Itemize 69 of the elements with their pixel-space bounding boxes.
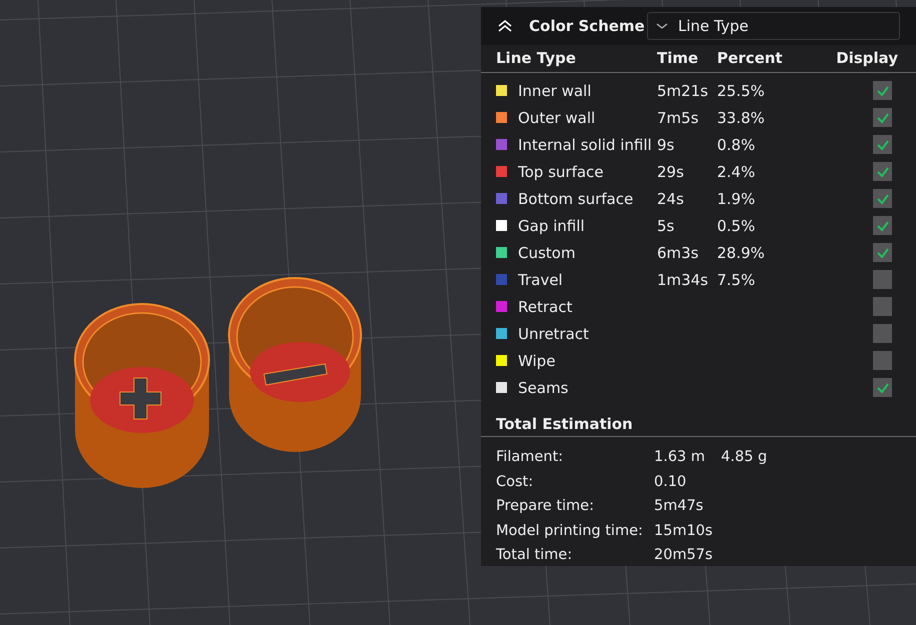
checkmark-icon	[876, 246, 890, 259]
checkmark-icon	[876, 220, 890, 232]
estimation-value: 1.63 m	[654, 449, 706, 466]
display-checkbox[interactable]	[873, 270, 892, 290]
estimation-label: Prepare time:	[496, 498, 595, 514]
display-checkbox[interactable]	[873, 189, 892, 208]
percent-value: 28.9%	[717, 244, 765, 262]
checkmark-icon	[876, 192, 890, 205]
section-title: Total Estimation	[495, 414, 634, 435]
line-type-label: Unretract	[518, 324, 589, 342]
line-type-label: Inner wall	[518, 82, 592, 100]
percent-value: 25.5%	[717, 82, 765, 100]
estimation-value: 0.10	[654, 474, 686, 490]
chevron-down-icon	[656, 23, 668, 29]
display-checkbox[interactable]	[873, 297, 892, 316]
line-type-label: Gap infill	[518, 216, 585, 234]
line-type-label: Wipe	[518, 352, 556, 370]
checkmark-icon	[876, 138, 890, 151]
dropdown-value: Line Type	[678, 17, 748, 35]
checkmark-icon	[876, 112, 890, 124]
percent-value: 33.8%	[717, 108, 765, 126]
time-value: 1m34s	[657, 270, 708, 288]
estimation-label: Total time:	[496, 547, 574, 564]
time-value: 24s	[657, 190, 684, 208]
estimation-value: 20m57s	[654, 547, 713, 564]
time-value: 5m21s	[657, 82, 708, 100]
line-type-label: Seams	[518, 378, 568, 396]
display-checkbox[interactable]	[873, 81, 892, 100]
column-header: Percent	[717, 49, 784, 67]
estimation-label: Model printing time:	[496, 522, 644, 539]
time-value: 7m5s	[657, 108, 699, 126]
display-checkbox[interactable]	[873, 324, 892, 344]
panel-title: Color Scheme	[529, 17, 646, 35]
percent-value: 7.5%	[717, 270, 756, 288]
checkmark-icon	[876, 84, 890, 97]
estimation-label: Cost:	[496, 474, 534, 490]
line-type-label: Retract	[518, 298, 572, 316]
line-type-label: Outer wall	[518, 108, 596, 126]
line-type-label: Travel	[518, 270, 563, 288]
checkmark-icon	[876, 166, 890, 178]
percent-value: 0.5%	[717, 216, 756, 234]
column-header: Line Type	[496, 49, 577, 67]
display-checkbox[interactable]	[873, 162, 892, 182]
percent-value: 2.4%	[717, 162, 756, 180]
display-checkbox[interactable]	[873, 108, 892, 128]
display-checkbox[interactable]	[873, 135, 892, 154]
line-type-label: Custom	[518, 244, 576, 262]
display-checkbox[interactable]	[873, 216, 892, 236]
line-type-label: Bottom surface	[518, 190, 634, 208]
checkmark-icon	[876, 382, 890, 394]
estimation-value: 5m47s	[654, 498, 704, 514]
column-header: Display	[836, 49, 898, 67]
estimation-value: 15m10s	[654, 522, 713, 539]
time-value: 9s	[657, 136, 674, 154]
estimation-label: Filament:	[496, 449, 564, 466]
display-checkbox[interactable]	[873, 351, 892, 370]
time-value: 5s	[657, 216, 674, 234]
estimation-value: 4.85 g	[721, 449, 768, 466]
percent-value: 1.9%	[717, 190, 756, 208]
time-value: 29s	[657, 162, 684, 180]
collapse-icon[interactable]	[497, 19, 513, 33]
color-scheme-dropdown[interactable]: Line Type	[647, 12, 900, 40]
column-header: Time	[657, 49, 700, 67]
display-checkbox[interactable]	[873, 243, 892, 262]
percent-value: 0.8%	[717, 136, 756, 154]
display-checkbox[interactable]	[873, 378, 892, 398]
line-type-label: Internal solid infill	[518, 136, 652, 154]
line-type-label: Top surface	[518, 162, 604, 180]
time-value: 6m3s	[657, 244, 699, 262]
